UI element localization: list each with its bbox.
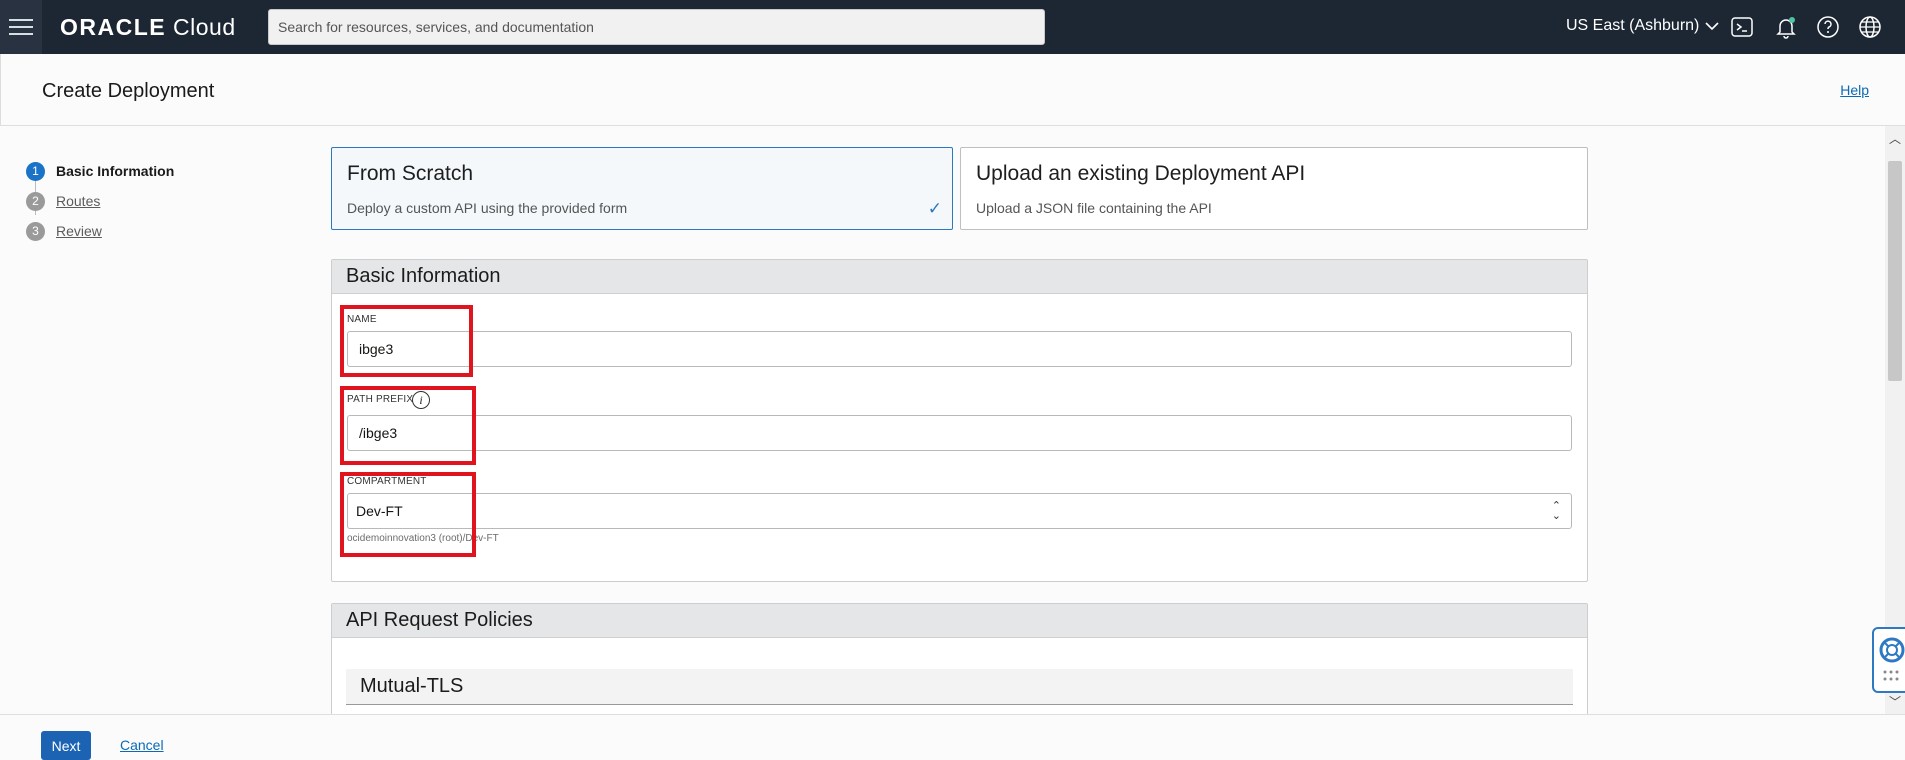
- basic-information-section: Basic Information NAME PATH PREFIX i COM…: [331, 259, 1588, 582]
- api-request-policies-section: API Request Policies Mutual-TLS: [331, 603, 1588, 723]
- option-description: Deploy a custom API using the provided f…: [347, 200, 628, 216]
- page-scrollbar[interactable]: ︿ ﹀: [1885, 126, 1905, 714]
- scroll-down-icon[interactable]: ﹀: [1889, 693, 1901, 710]
- top-navigation-bar: ORACLE Cloud US East (Ashburn): [0, 0, 1905, 54]
- help-link[interactable]: Help: [1840, 82, 1869, 98]
- step-label: Basic Information: [56, 163, 175, 179]
- step-number: 2: [26, 191, 45, 211]
- highlight-box-path-prefix: [340, 386, 476, 465]
- mutual-tls-heading: Mutual-TLS: [346, 669, 1573, 705]
- page-header: Create Deployment Help: [0, 54, 1905, 126]
- option-title: From Scratch: [347, 162, 474, 185]
- option-description: Upload a JSON file containing the API: [976, 200, 1212, 216]
- highlight-box-compartment: [340, 472, 476, 557]
- highlight-box-name: [340, 305, 473, 377]
- option-title: Upload an existing Deployment API: [976, 162, 1306, 185]
- path-prefix-input[interactable]: [347, 415, 1572, 451]
- globe-icon[interactable]: [1857, 14, 1883, 40]
- compartment-select[interactable]: Dev-FT ⌃ ⌄: [347, 493, 1572, 529]
- step-label[interactable]: Review: [56, 223, 102, 239]
- scroll-thumb[interactable]: [1888, 161, 1902, 381]
- oracle-cloud-logo[interactable]: ORACLE Cloud: [60, 14, 236, 41]
- scroll-up-icon[interactable]: ︿: [1889, 130, 1901, 147]
- region-selector[interactable]: US East (Ashburn): [1566, 17, 1719, 35]
- step-number: 1: [26, 161, 45, 181]
- step-routes[interactable]: 2 Routes: [26, 186, 174, 216]
- page-title: Create Deployment: [42, 80, 215, 102]
- help-circle-icon[interactable]: [1815, 14, 1841, 40]
- section-heading: Basic Information: [332, 260, 1587, 294]
- checkmark-icon: ✓: [927, 199, 942, 218]
- bell-icon[interactable]: [1773, 14, 1799, 40]
- next-button[interactable]: Next: [41, 731, 91, 760]
- chevron-down-icon: [1705, 22, 1719, 31]
- wizard-steps: 1 Basic Information 2 Routes 3 Review: [26, 156, 174, 246]
- from-scratch-option[interactable]: From Scratch Deploy a custom API using t…: [331, 147, 953, 230]
- menu-icon[interactable]: [0, 0, 42, 54]
- footer-bar: Next Cancel: [0, 714, 1905, 760]
- section-heading: API Request Policies: [332, 604, 1587, 638]
- step-label[interactable]: Routes: [56, 193, 100, 209]
- name-input[interactable]: [347, 331, 1572, 367]
- lifebuoy-icon: [1879, 637, 1905, 663]
- cloud-shell-icon[interactable]: [1729, 14, 1755, 40]
- select-arrows-icon: ⌃ ⌄: [1551, 500, 1561, 522]
- support-widget[interactable]: [1872, 627, 1905, 693]
- grid-dots-icon: [1883, 670, 1899, 681]
- step-number: 3: [26, 221, 45, 241]
- cancel-link[interactable]: Cancel: [120, 737, 164, 753]
- upload-deployment-option[interactable]: Upload an existing Deployment API Upload…: [960, 147, 1588, 230]
- step-review[interactable]: 3 Review: [26, 216, 174, 246]
- search-box[interactable]: [268, 9, 1045, 45]
- step-basic-information[interactable]: 1 Basic Information: [26, 156, 174, 186]
- search-input[interactable]: [278, 10, 1044, 44]
- region-label: US East (Ashburn): [1566, 17, 1700, 34]
